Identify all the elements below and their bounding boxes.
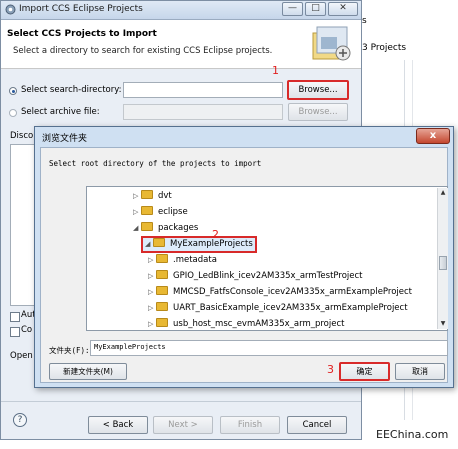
expand-icon[interactable]: ▷ [148, 253, 156, 268]
search-directory-input[interactable] [123, 82, 283, 98]
tree-item-metadata[interactable]: ▷ .metadata [148, 253, 217, 268]
wizard-close-button[interactable]: ✕ [328, 2, 358, 16]
discovered-projects-list[interactable] [10, 144, 37, 306]
folder-icon [141, 190, 153, 199]
folder-label: 文件夹(F): [49, 346, 90, 355]
folder-icon [141, 206, 153, 215]
tree-item-label: UART_BasicExample_icev2AM335x_armExample… [173, 303, 408, 313]
tree-item-label: usb_host_msc_evmAM335x_arm_project [173, 319, 345, 329]
collapse-icon[interactable]: ◢ [145, 238, 153, 251]
expand-icon[interactable]: ▷ [148, 301, 156, 316]
tree-item-label: dvt [158, 191, 172, 201]
wizard-cancel-button[interactable]: Cancel [287, 416, 347, 434]
wizard-titlebar: Import CCS Eclipse Projects — □ ✕ [1, 1, 361, 20]
wizard-header-subtitle: Select a directory to search for existin… [13, 46, 273, 56]
browse-folder-dialog: 浏览文件夹 x Select root directory of the pro… [34, 126, 454, 388]
folder-icon [156, 254, 168, 263]
next-button[interactable]: Next > [153, 416, 213, 434]
help-icon[interactable]: ? [13, 413, 27, 427]
close-icon: x [429, 130, 437, 141]
maximize-button[interactable]: □ [305, 2, 326, 16]
tree-item-usb[interactable]: ▷ usb_host_msc_evmAM335x_arm_project [148, 317, 344, 332]
wizard-footer-divider [1, 401, 361, 402]
folder-icon [156, 270, 168, 279]
tree-item-label: packages [158, 223, 199, 233]
tree-scrollbar[interactable]: ▲ ▼ [437, 188, 448, 329]
dialog-titlebar: 浏览文件夹 x [35, 127, 453, 146]
tree-item-uart[interactable]: ▷ UART_BasicExample_icev2AM335x_armExampl… [148, 301, 408, 316]
expand-icon[interactable]: ▷ [148, 285, 156, 300]
annotation-one: 1 [272, 64, 279, 77]
folder-icon [156, 286, 168, 295]
scrollbar-thumb[interactable] [439, 256, 447, 270]
dialog-title: 浏览文件夹 [42, 134, 88, 144]
tree-item-eclipse[interactable]: ▷ eclipse [133, 205, 188, 220]
tree-item-myexampleprojects[interactable]: ◢ MyExampleProjects [141, 236, 257, 253]
dialog-body: Select root directory of the projects to… [40, 147, 448, 383]
tree-item-mmcsd[interactable]: ▷ MMCSD_FatfsConsole_icev2AM335x_armExamp… [148, 285, 412, 300]
tree-item-gpio[interactable]: ▷ GPIO_LedBlink_icev2AM335x_armTestProjec… [148, 269, 363, 284]
copy-checkbox[interactable] [10, 327, 20, 337]
dialog-cancel-button[interactable]: 取消 [395, 363, 445, 380]
tree-item-label: GPIO_LedBlink_icev2AM335x_armTestProject [173, 271, 363, 281]
folder-icon [156, 318, 168, 327]
wizard-app-icon [5, 4, 16, 15]
back-button[interactable]: < Back [88, 416, 148, 434]
archive-browse-button[interactable]: Browse... [288, 103, 348, 121]
collapse-icon[interactable]: ◢ [133, 221, 141, 236]
tree-item-label: MMCSD_FatfsConsole_icev2AM335x_armExampl… [173, 287, 413, 297]
discovered-projects-label: Disco [10, 131, 34, 141]
expand-icon[interactable]: ▷ [133, 205, 141, 220]
expand-icon[interactable]: ▷ [148, 317, 156, 332]
tree-item-dvt[interactable]: ▷ dvt [133, 189, 172, 204]
archive-label: Select archive file: [21, 107, 100, 117]
folder-input-value: MyExampleProjects [94, 343, 166, 351]
minimize-button[interactable]: — [282, 2, 303, 16]
dialog-description: Select root directory of the projects to… [49, 159, 262, 168]
folder-icon [153, 238, 165, 247]
wizard-header-title: Select CCS Projects to Import [7, 29, 157, 39]
watermark: EEChina.com [376, 428, 449, 441]
folder-tree[interactable]: ▷ dvt ▷ eclipse ◢ packages ◢ MyExampleProjec… [86, 186, 448, 331]
expand-icon[interactable]: ▷ [133, 189, 141, 204]
background-projects-text: 3 Projects [362, 43, 407, 53]
expand-icon[interactable]: ▷ [148, 269, 156, 284]
wizard-header: Select CCS Projects to Import Select a d… [1, 20, 361, 69]
copy-label: Co [21, 325, 33, 335]
annotation-three: 3 [327, 363, 334, 376]
wizard-banner-icon [312, 26, 351, 61]
folder-icon [141, 222, 153, 231]
search-directory-radio[interactable] [9, 87, 17, 95]
ok-button[interactable]: 确定 [339, 362, 390, 381]
folder-icon [156, 302, 168, 311]
open-label: Open [10, 351, 33, 361]
archive-radio[interactable] [9, 109, 17, 117]
scroll-down-icon[interactable]: ▼ [438, 319, 448, 329]
annotation-two: 2 [212, 228, 219, 241]
new-folder-button[interactable]: 新建文件夹(M) [49, 363, 127, 380]
browse-button[interactable]: Browse... [287, 80, 349, 100]
folder-input[interactable]: MyExampleProjects [90, 340, 448, 356]
tree-item-label: eclipse [158, 207, 188, 217]
search-directory-label: Select search-directory: [21, 85, 122, 95]
finish-button[interactable]: Finish [220, 416, 280, 434]
tree-item-label: .metadata [173, 255, 217, 265]
autobuild-checkbox[interactable] [10, 312, 20, 322]
wizard-title: Import CCS Eclipse Projects [19, 4, 143, 14]
archive-input[interactable] [123, 104, 283, 120]
tree-item-packages[interactable]: ◢ packages [133, 221, 198, 236]
background-s: s [362, 16, 367, 26]
scroll-up-icon[interactable]: ▲ [438, 188, 448, 198]
dialog-close-button[interactable]: x [416, 128, 450, 144]
